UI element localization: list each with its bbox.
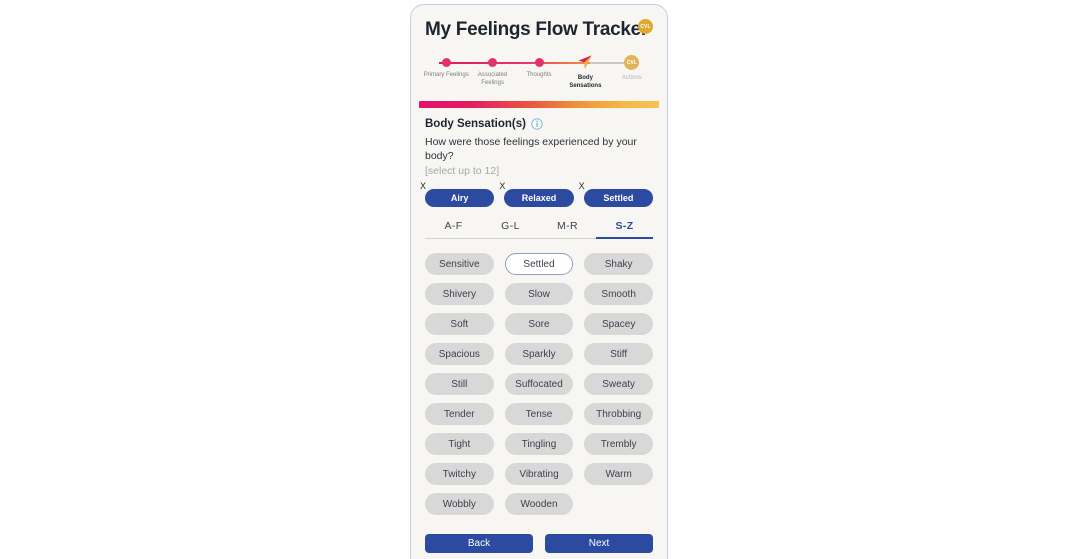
selected-chip[interactable]: Settled <box>583 189 653 207</box>
stepper-step-3[interactable]: Body Sensations <box>562 54 608 90</box>
stepper-step-2[interactable]: Thoughts <box>516 54 562 90</box>
options-grid: Sensitive Settled Shaky Shivery Slow Smooth So… <box>425 253 653 515</box>
current-step-marker-icon <box>577 54 593 70</box>
option-pill[interactable]: Sensitive <box>425 253 494 275</box>
selected-chip-wrapper: X Airy <box>420 182 495 207</box>
option-pill[interactable]: Shaky <box>584 253 653 275</box>
option-pill[interactable]: Tense <box>504 403 574 425</box>
option-pill[interactable]: Tight <box>425 433 494 455</box>
card-body: Body Sensation(s) How were those feeling… <box>411 108 667 515</box>
remove-chip-icon[interactable]: X <box>420 182 426 191</box>
option-pill[interactable]: Vibrating <box>504 463 574 485</box>
selected-chip-wrapper: X Relaxed <box>499 182 574 207</box>
option-pill[interactable]: Spacious <box>425 343 494 365</box>
stepper-step-4[interactable]: CVL Actions <box>609 54 655 90</box>
option-pill[interactable]: Smooth <box>584 283 653 305</box>
option-pill[interactable]: Twitchy <box>425 463 494 485</box>
option-pill[interactable]: Soft <box>425 313 494 335</box>
option-pill[interactable]: Tender <box>425 403 494 425</box>
option-pill[interactable]: Wobbly <box>425 493 494 515</box>
option-pill[interactable]: Throbbing <box>584 403 653 425</box>
alpha-tab-a-f[interactable]: A-F <box>425 219 482 238</box>
option-pill[interactable]: Stiff <box>584 343 653 365</box>
alpha-tab-g-l[interactable]: G-L <box>482 219 539 238</box>
stepper-pending-badge: CVL <box>624 55 640 70</box>
option-pill[interactable]: Spacey <box>584 313 653 335</box>
info-icon[interactable] <box>531 118 543 130</box>
app-root: My Feelings Flow Tracker CVL Primary Fee… <box>0 0 1080 559</box>
remove-chip-icon[interactable]: X <box>579 182 585 191</box>
stepper-dot-icon <box>441 58 451 67</box>
option-pill[interactable]: Trembly <box>584 433 653 455</box>
tracker-card: My Feelings Flow Tracker CVL Primary Fee… <box>410 4 668 559</box>
section-title-row: Body Sensation(s) <box>425 118 653 130</box>
option-pill[interactable]: Sparkly <box>504 343 574 365</box>
stepper-dot-icon <box>534 58 544 67</box>
back-button[interactable]: Back <box>425 534 533 553</box>
section-hint: [select up to 12] <box>425 165 500 177</box>
alphabet-tabs: A-F G-L M-R S-Z <box>425 219 653 239</box>
section-title: Body Sensation(s) <box>425 118 526 130</box>
option-pill[interactable]: Sweaty <box>584 373 653 395</box>
selected-chips-row: X Airy X Relaxed X Settled <box>420 182 653 207</box>
option-pill[interactable]: Shivery <box>425 283 494 305</box>
option-pill[interactable]: Still <box>425 373 494 395</box>
option-pill[interactable]: Wooden <box>504 493 574 515</box>
option-pill[interactable]: Sore <box>504 313 574 335</box>
stepper-step-1[interactable]: Associated Feelings <box>469 54 515 90</box>
gradient-progress-bar <box>419 101 659 108</box>
alpha-tab-s-z[interactable]: S-Z <box>596 219 653 239</box>
stepper-step-label: Primary Feelings <box>423 72 469 78</box>
progress-stepper: Primary Feelings Associated Feelings Thoug… <box>423 54 655 96</box>
selected-chip[interactable]: Relaxed <box>504 189 574 207</box>
stepper-step-label: Thoughts <box>526 72 552 78</box>
next-button[interactable]: Next <box>545 534 653 553</box>
page-title: My Feelings Flow Tracker <box>425 19 648 40</box>
stepper-dot-icon <box>488 58 498 67</box>
stepper-step-label: Body Sensations <box>569 75 602 89</box>
option-pill[interactable]: Tingling <box>504 433 574 455</box>
section-question: How were those feelings experienced by y… <box>425 136 637 162</box>
stepper-step-label: Associated Feelings <box>477 72 508 86</box>
option-pill[interactable]: Suffocated <box>504 373 574 395</box>
avatar[interactable]: CVL <box>638 19 653 34</box>
card-header: My Feelings Flow Tracker CVL <box>411 5 667 43</box>
option-pill[interactable]: Slow <box>504 283 574 305</box>
stepper-step-0[interactable]: Primary Feelings <box>423 54 469 90</box>
option-pill[interactable]: Settled <box>504 253 574 275</box>
card-footer: Back Next <box>411 534 667 553</box>
stepper-steps: Primary Feelings Associated Feelings Thoug… <box>423 54 655 90</box>
stepper-step-label: Actions <box>621 75 642 81</box>
selected-chip-wrapper: X Settled <box>579 182 653 207</box>
remove-chip-icon[interactable]: X <box>499 182 505 191</box>
option-pill[interactable]: Warm <box>584 463 653 485</box>
selected-chip[interactable]: Airy <box>425 189 495 207</box>
alpha-tab-m-r[interactable]: M-R <box>539 219 596 238</box>
